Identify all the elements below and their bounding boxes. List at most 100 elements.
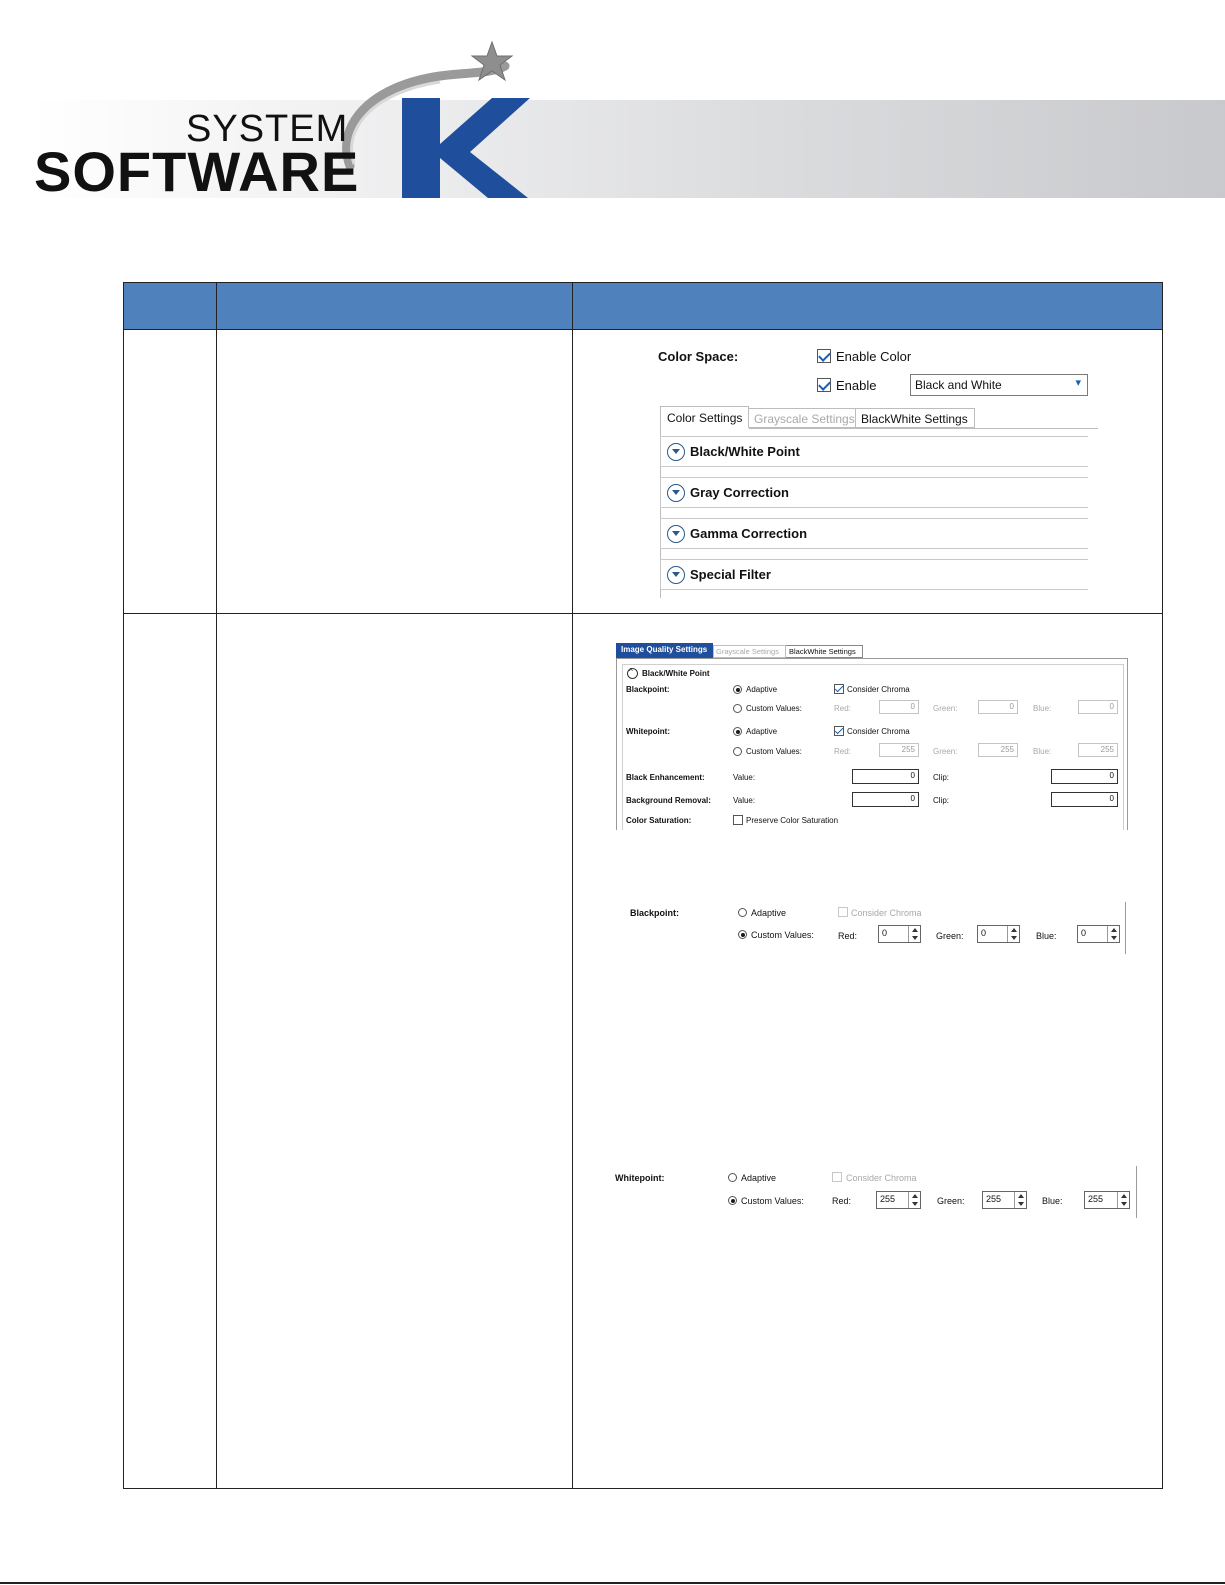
spinner-arrows-icon[interactable] [908, 1192, 920, 1208]
tab-blackwhite-settings[interactable]: BlackWhite Settings [786, 645, 863, 658]
row-divider [124, 613, 1162, 614]
bp-custom-values-label: Custom Values: [751, 930, 814, 940]
preserve-color-saturation-checkbox[interactable] [733, 815, 743, 825]
color-mode-value: Black and White [915, 378, 1002, 392]
black-enhancement-label: Black Enhancement: [626, 773, 705, 782]
k-logo-icon [402, 98, 530, 198]
tab-grayscale-settings[interactable]: Grayscale Settings [713, 645, 786, 658]
wp-red-input[interactable]: 255 [879, 743, 919, 757]
enable-mode-label: Enable [836, 378, 877, 393]
wp-blue-stepper[interactable]: 255 [1084, 1191, 1130, 1209]
expand-chevron-icon [667, 525, 685, 543]
bp-green-input[interactable]: 0 [978, 700, 1018, 714]
wp-consider-chroma-label: Consider Chroma [846, 1173, 917, 1183]
chevron-down-icon: ▾ [1075, 377, 1081, 389]
spinner-arrows-icon[interactable] [1014, 1192, 1026, 1208]
section-special-filter[interactable]: Special Filter [660, 559, 1088, 590]
bp-custom-values-radio[interactable] [738, 930, 747, 939]
tab-label: Image Quality Settings [621, 645, 708, 654]
bp-custom-values-radio[interactable] [733, 704, 742, 713]
color-mode-dropdown[interactable]: Black and White ▾ [910, 374, 1088, 396]
blackpoint-label: Blackpoint: [630, 908, 680, 918]
tab-label: Grayscale Settings [716, 647, 779, 656]
tab-label: BlackWhite Settings [789, 647, 856, 656]
section-gamma-correction[interactable]: Gamma Correction [660, 518, 1088, 549]
bp-red-input[interactable]: 0 [879, 700, 919, 714]
bp-green-label: Green: [936, 931, 964, 941]
wp-green-stepper[interactable]: 255 [982, 1191, 1027, 1209]
wp-green-input[interactable]: 255 [978, 743, 1018, 757]
color-space-label: Color Space: [658, 349, 739, 364]
wp-consider-chroma-checkbox[interactable] [832, 1172, 842, 1182]
enable-mode-checkbox[interactable] [817, 378, 831, 392]
section-gray-correction[interactable]: Gray Correction [660, 477, 1088, 508]
bp-adaptive-radio[interactable] [733, 685, 742, 694]
wp-blue-label: Blue: [1033, 747, 1052, 756]
wp-green-label: Green: [933, 747, 958, 756]
tab-grayscale-settings[interactable]: Grayscale Settings [749, 408, 856, 428]
be-clip-label: Clip: [933, 773, 950, 782]
bp-consider-chroma-checkbox[interactable] [838, 907, 848, 917]
enable-color-label: Enable Color [836, 349, 912, 364]
be-value-label: Value: [733, 773, 756, 782]
bp-adaptive-radio[interactable] [738, 908, 747, 917]
field-value: 255 [1088, 1194, 1104, 1204]
field-value: 0 [910, 702, 915, 711]
wp-custom-values-radio[interactable] [733, 747, 742, 756]
wp-custom-values-radio[interactable] [728, 1196, 737, 1205]
wp-consider-chroma-label: Consider Chroma [847, 727, 910, 736]
wp-adaptive-radio[interactable] [728, 1173, 737, 1182]
br-value-label: Value: [733, 796, 756, 805]
enable-color-checkbox[interactable] [817, 349, 831, 363]
bp-red-stepper[interactable]: 0 [878, 925, 921, 943]
br-clip-input[interactable]: 0 [1051, 792, 1118, 807]
field-value: 255 [1100, 745, 1114, 754]
bp-consider-chroma-checkbox[interactable] [834, 684, 844, 694]
wp-consider-chroma-checkbox[interactable] [834, 726, 844, 736]
be-clip-input[interactable]: 0 [1051, 769, 1118, 784]
tab-panel-border [749, 428, 1098, 429]
collapse-chevron-icon[interactable]: ^ [627, 667, 638, 679]
field-value: 0 [910, 794, 915, 803]
tab-image-quality-settings[interactable]: Image Quality Settings [616, 643, 713, 658]
wp-adaptive-label: Adaptive [746, 727, 778, 736]
column-divider [572, 283, 573, 1488]
tab-blackwhite-settings[interactable]: BlackWhite Settings [856, 408, 975, 428]
be-value-input[interactable]: 0 [852, 769, 919, 784]
table-header-row [124, 283, 1162, 330]
section-title: Special Filter [690, 567, 771, 582]
bp-green-stepper[interactable]: 0 [977, 925, 1020, 943]
tab-color-settings[interactable]: Color Settings [660, 406, 749, 428]
field-value: 0 [1081, 928, 1087, 938]
bp-adaptive-label: Adaptive [751, 908, 787, 918]
blackpoint-label: Blackpoint: [626, 685, 670, 694]
bp-blue-input[interactable]: 0 [1078, 700, 1118, 714]
field-value: 0 [981, 928, 987, 938]
spinner-arrows-icon[interactable] [908, 926, 920, 942]
bp-blue-stepper[interactable]: 0 [1077, 925, 1120, 943]
tab-label: Color Settings [667, 411, 743, 425]
br-value-input[interactable]: 0 [852, 792, 919, 807]
background-removal-label: Background Removal: [626, 796, 711, 805]
section-title: Gray Correction [690, 485, 789, 500]
whitepoint-label: Whitepoint: [615, 1173, 665, 1183]
field-value: 0 [1109, 702, 1114, 711]
wp-adaptive-radio[interactable] [733, 727, 742, 736]
wp-red-label: Red: [834, 747, 851, 756]
spinner-arrows-icon[interactable] [1117, 1192, 1129, 1208]
wp-blue-input[interactable]: 255 [1078, 743, 1118, 757]
spinner-arrows-icon[interactable] [1107, 926, 1119, 942]
preserve-color-saturation-label: Preserve Color Saturation [746, 816, 839, 825]
field-value: 255 [901, 745, 915, 754]
field-value: 255 [1000, 745, 1014, 754]
panel-edge [1125, 902, 1126, 954]
wp-red-stepper[interactable]: 255 [876, 1191, 921, 1209]
section-black-white-point[interactable]: Black/White Point [660, 436, 1088, 467]
header-banner: SYSTEM SOFTWARE [0, 0, 1225, 230]
field-value: 0 [1009, 702, 1014, 711]
wp-blue-label: Blue: [1042, 1196, 1063, 1206]
footer-rule [0, 1582, 1225, 1584]
spinner-arrows-icon[interactable] [1007, 926, 1019, 942]
column-divider [216, 283, 217, 1488]
section-title: Black/White Point [690, 444, 800, 459]
